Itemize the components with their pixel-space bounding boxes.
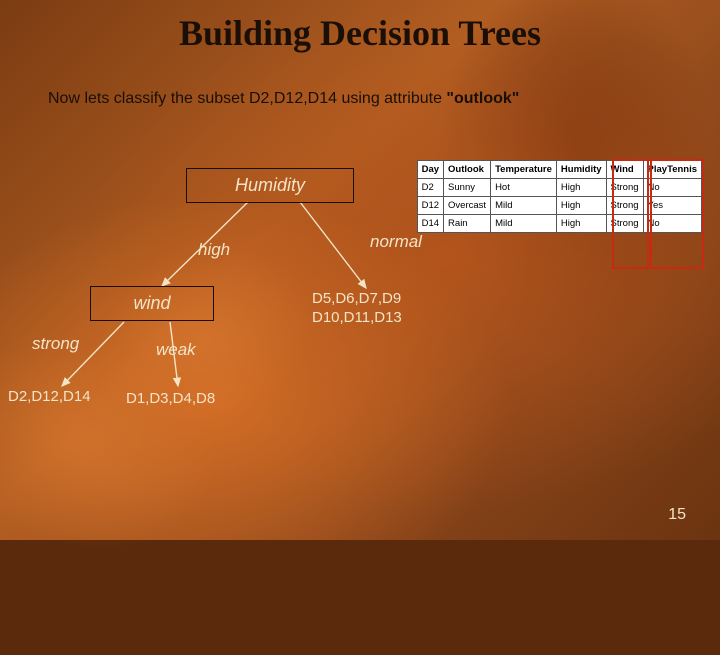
- node-wind: wind: [90, 286, 214, 321]
- edge-label-high: high: [198, 240, 230, 260]
- slide-title: Building Decision Trees: [0, 12, 720, 54]
- leaf-normal-line1: D5,D6,D7,D9: [312, 290, 402, 309]
- subtitle-text: Now lets classify the subset D2,D12,D14 …: [48, 90, 446, 107]
- th-day: Day: [417, 161, 443, 179]
- edge-label-weak: weak: [156, 340, 196, 360]
- page-number: 15: [668, 506, 686, 524]
- leaf-strong-set: D2,D12,D14: [8, 388, 91, 405]
- leaf-normal-set: D5,D6,D7,D9 D10,D11,D13: [312, 290, 402, 328]
- subtitle-attr: "outlook": [446, 90, 519, 107]
- node-wind-label: wind: [133, 293, 170, 313]
- th-outlook: Outlook: [444, 161, 491, 179]
- th-temperature: Temperature: [491, 161, 557, 179]
- highlight-playtennis-column: [650, 159, 704, 269]
- leaf-weak-set: D1,D3,D4,D8: [126, 390, 215, 407]
- edge-label-normal: normal: [370, 232, 422, 252]
- node-humidity-label: Humidity: [235, 175, 305, 195]
- edge-label-strong: strong: [32, 334, 79, 354]
- slide-subtitle: Now lets classify the subset D2,D12,D14 …: [48, 90, 680, 108]
- node-humidity: Humidity: [186, 168, 354, 203]
- leaf-normal-line2: D10,D11,D13: [312, 309, 402, 328]
- highlight-wind-column: [612, 159, 649, 269]
- th-humidity: Humidity: [556, 161, 606, 179]
